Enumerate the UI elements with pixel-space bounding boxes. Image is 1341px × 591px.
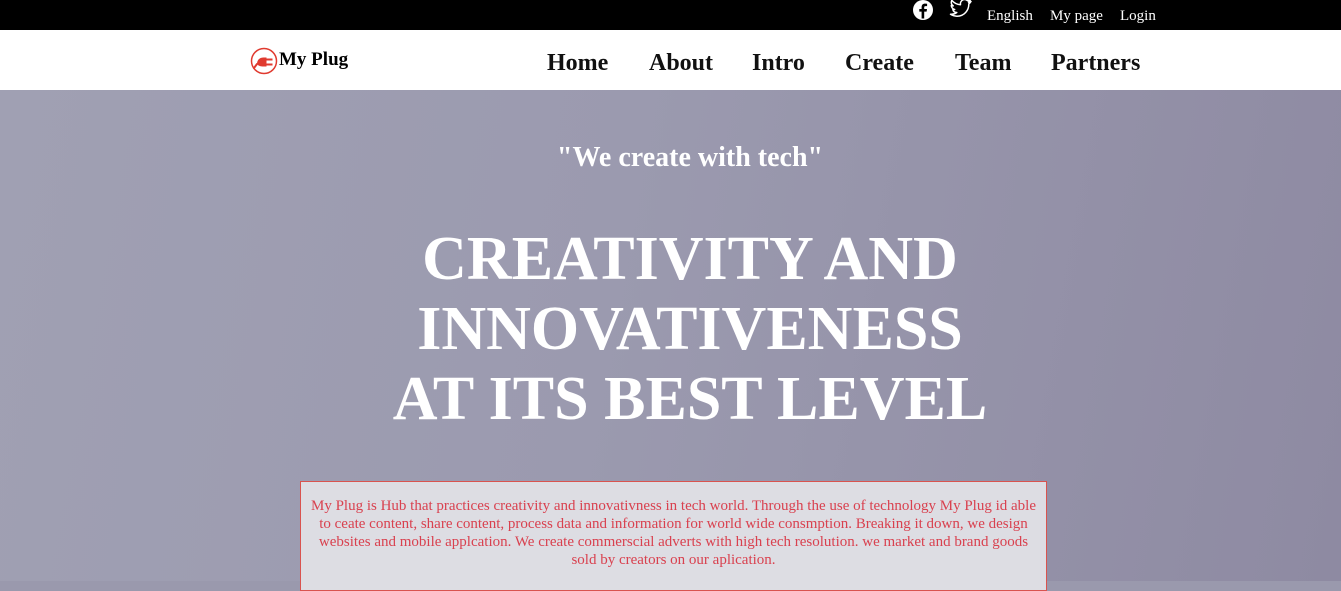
hero-section: "We create with tech" CREATIVITY AND INN… [0,90,1341,591]
brand-logo[interactable]: My Plug [250,46,348,76]
my-page-link[interactable]: My page [1050,7,1103,25]
top-utility-bar: English My page Login [0,0,1341,30]
nav-home[interactable]: Home [547,48,608,78]
headline-line-2: INNOVATIVENESS [417,295,963,363]
plug-logo-icon [250,47,278,75]
twitter-icon[interactable] [949,0,973,20]
login-link[interactable]: Login [1120,7,1156,25]
hero-tagline: "We create with tech" [556,142,824,173]
main-navbar: My Plug Home About Intro Create Team Par… [0,30,1341,90]
headline-line-3: AT ITS BEST LEVEL [392,365,988,433]
nav-partners[interactable]: Partners [1051,48,1140,78]
nav-create[interactable]: Create [845,48,914,78]
headline-line-1: CREATIVITY AND [422,225,958,293]
hero-headline: CREATIVITY AND INNOVATIVENESS AT ITS BES… [0,224,1341,434]
about-description-box: My Plug is Hub that practices creativity… [300,481,1047,591]
language-link[interactable]: English [987,7,1033,25]
nav-intro[interactable]: Intro [752,48,805,78]
facebook-icon[interactable] [912,0,934,21]
nav-team[interactable]: Team [955,48,1011,78]
about-description-text: My Plug is Hub that practices creativity… [310,498,1036,568]
nav-about[interactable]: About [649,48,713,78]
brand-name: My Plug [279,49,349,70]
